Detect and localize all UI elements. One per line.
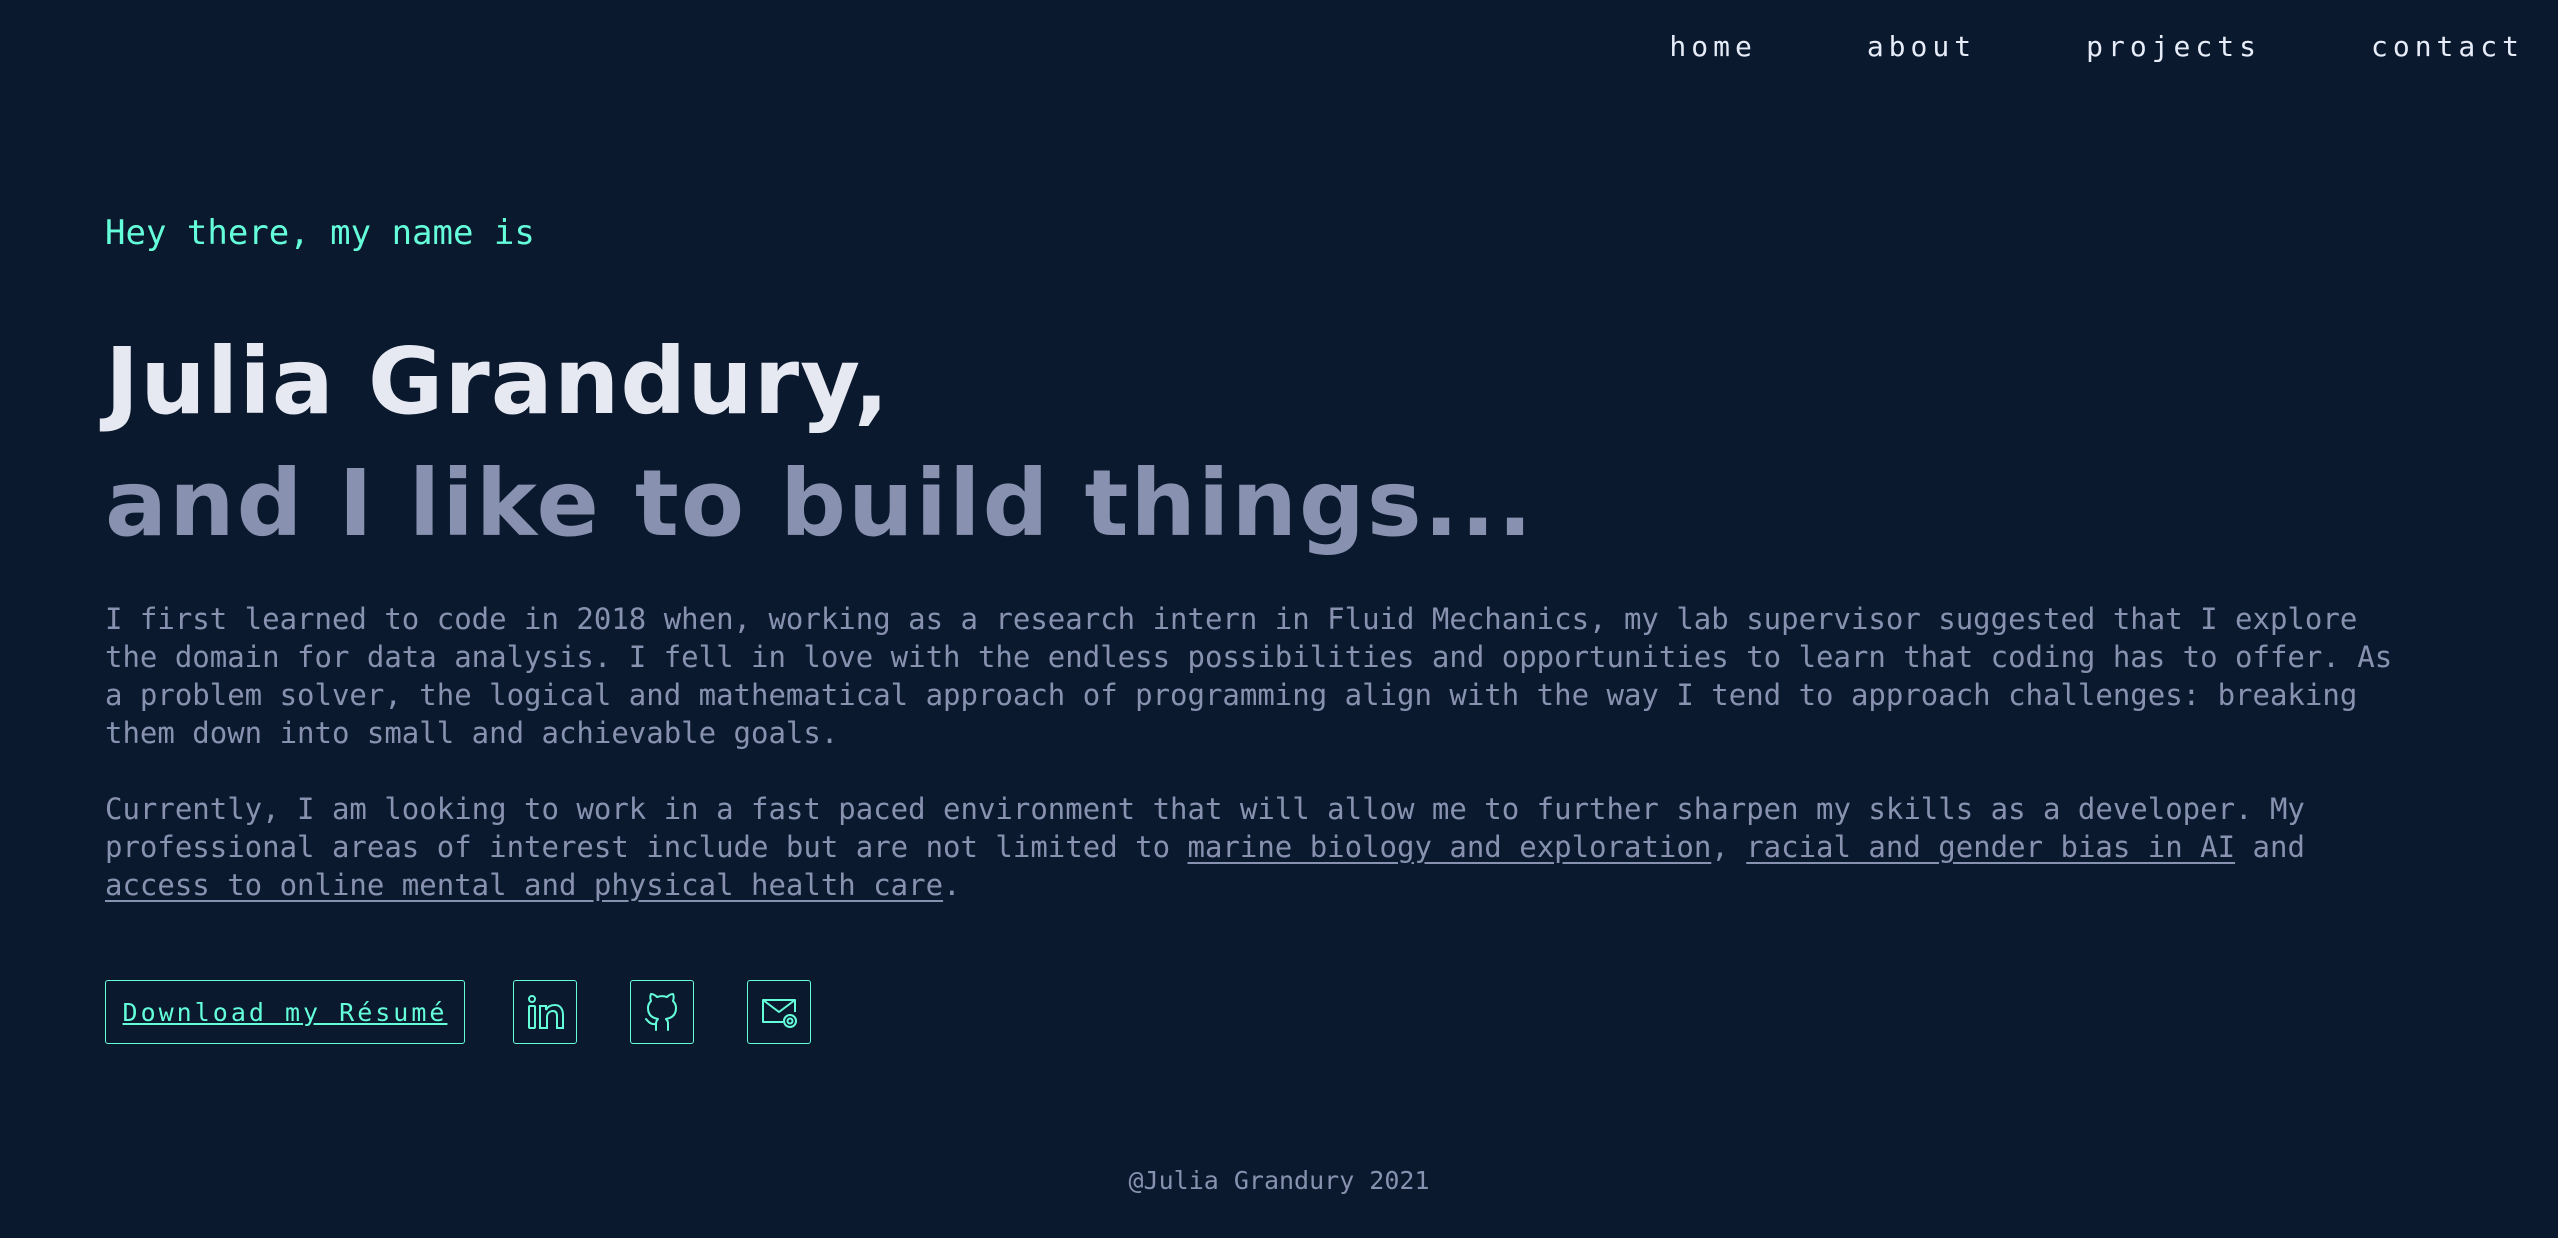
- action-row: Download my Résumé: [105, 980, 811, 1044]
- email-icon: [762, 999, 797, 1028]
- interests-paragraph: Currently, I am looking to work in a fas…: [105, 790, 2415, 904]
- nav-item-home: home: [1669, 30, 1756, 63]
- nav-link-contact[interactable]: contact: [2371, 30, 2524, 63]
- nav-link-home[interactable]: home: [1669, 30, 1756, 63]
- footer-copyright: @Julia Grandury 2021: [1128, 1166, 1430, 1195]
- linkedin-button[interactable]: [513, 980, 577, 1044]
- nav-link-projects[interactable]: projects: [2086, 30, 2261, 63]
- intro-paragraph: I first learned to code in 2018 when, wo…: [105, 602, 2393, 750]
- hero-tagline: and I like to build things...: [105, 450, 1535, 557]
- nav-item-about: about: [1867, 30, 1976, 63]
- github-button[interactable]: [630, 980, 694, 1044]
- interests-separator: and: [2235, 830, 2305, 864]
- interests-end-text: .: [943, 868, 961, 902]
- linkedin-icon: [528, 995, 564, 1029]
- download-resume-label: Download my Résumé: [122, 997, 448, 1027]
- interests-separator: ,: [1711, 830, 1747, 864]
- nav-item-contact: contact: [2371, 30, 2524, 63]
- interest-link-bias-in-ai[interactable]: racial and gender bias in AI: [1746, 830, 2235, 864]
- github-icon: [645, 993, 677, 1031]
- top-nav: home about projects contact: [1669, 30, 2524, 63]
- interest-link-marine-biology[interactable]: marine biology and exploration: [1188, 830, 1712, 864]
- email-button[interactable]: [747, 980, 811, 1044]
- nav-item-projects: projects: [2086, 30, 2261, 63]
- hero-name: Julia Grandury,: [105, 328, 890, 435]
- download-resume-button[interactable]: Download my Résumé: [105, 980, 465, 1044]
- interest-link-health-care[interactable]: access to online mental and physical hea…: [105, 868, 943, 902]
- hero-section: Hey there, my name is Julia Grandury, an…: [105, 208, 2415, 904]
- greeting-text: Hey there, my name is: [105, 213, 535, 253]
- nav-link-about[interactable]: about: [1867, 30, 1976, 63]
